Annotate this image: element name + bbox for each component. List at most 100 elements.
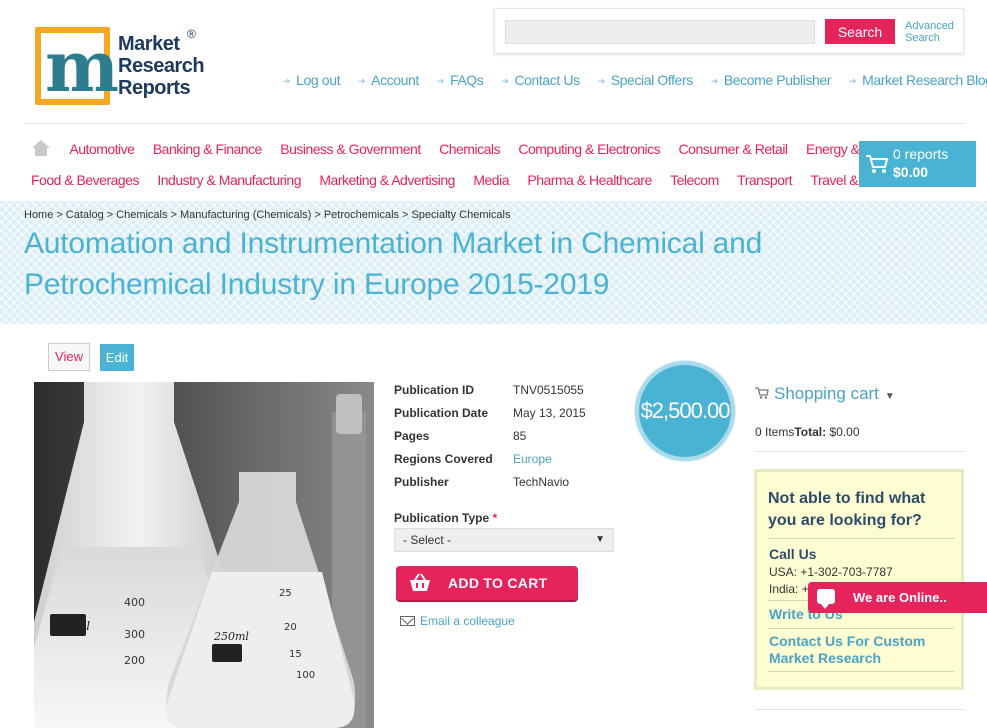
- breadcrumb-chemicals[interactable]: Chemicals: [116, 209, 167, 221]
- shopping-cart-toggle[interactable]: Shopping cart ▼: [755, 384, 895, 404]
- site-logo[interactable]: m Market Research Reports ®: [35, 25, 205, 108]
- top-nav-become-publisher[interactable]: ➜ Become Publisher: [710, 72, 832, 88]
- category-computing-electronics[interactable]: Computing & Electronics: [518, 141, 660, 157]
- category-food-beverages[interactable]: Food & Beverages: [31, 172, 139, 188]
- category-marketing-advertising[interactable]: Marketing & Advertising: [319, 172, 455, 188]
- regions-link[interactable]: Europe: [513, 452, 552, 466]
- basket-icon: [410, 573, 430, 591]
- advanced-search-link[interactable]: Advanced Search: [905, 20, 954, 44]
- flask-label-left: 500ml: [52, 619, 90, 633]
- category-chemicals[interactable]: Chemicals: [439, 141, 500, 157]
- help-heading: Not able to find what you are looking fo…: [768, 490, 926, 529]
- email-colleague-link[interactable]: Email a colleague: [400, 614, 515, 628]
- chevron-down-icon: ▼: [884, 391, 895, 402]
- category-banking-finance[interactable]: Banking & Finance: [153, 141, 263, 157]
- breadcrumb-manufacturing[interactable]: Manufacturing (Chemicals): [180, 209, 311, 221]
- regions-label: Regions Covered: [394, 452, 493, 466]
- arrow-right-icon: ➜: [710, 76, 719, 86]
- flask-mark: 400: [124, 596, 145, 609]
- arrow-right-icon: ➜: [501, 76, 509, 86]
- caret-down-icon: ▼: [595, 534, 605, 545]
- category-consumer-retail[interactable]: Consumer & Retail: [679, 141, 789, 157]
- top-nav-special-offers[interactable]: ➜ Special Offers: [597, 72, 694, 88]
- title-band: Home > Catalog > Chemicals > Manufacturing (Ch…: [0, 201, 987, 324]
- search-button[interactable]: Search: [825, 19, 895, 44]
- cart-icon: [866, 155, 889, 173]
- add-to-cart-label: ADD TO CART: [448, 575, 548, 591]
- divider: [755, 451, 964, 452]
- publication-id-value: TNV0515055: [513, 383, 584, 397]
- logo-mark: m: [35, 25, 119, 108]
- flask-label-right: 250ml: [213, 630, 249, 643]
- arrow-right-icon: ➜: [283, 76, 291, 86]
- category-media[interactable]: Media: [473, 172, 509, 188]
- cart-summary: 0 ItemsTotal: $0.00: [755, 425, 860, 439]
- tab-view[interactable]: View: [48, 343, 90, 371]
- category-transport[interactable]: Transport: [737, 172, 792, 188]
- divider: [768, 671, 954, 672]
- call-us-heading: Call Us: [769, 546, 817, 562]
- phone-usa: USA: +1-302-703-7787: [769, 565, 893, 579]
- breadcrumb-specialty-chemicals[interactable]: Specialty Chemicals: [411, 209, 510, 221]
- top-nav-logout[interactable]: ➜ Log out: [283, 72, 340, 88]
- arrow-right-icon: ➜: [436, 76, 445, 86]
- product-image: 500ml 400 300 200 250ml 25 20 15 100: [34, 382, 374, 728]
- add-to-cart-button[interactable]: ADD TO CART: [396, 566, 578, 600]
- header-divider: [24, 123, 964, 124]
- phone-india: India: +: [769, 582, 809, 596]
- publication-type-select[interactable]: - Select - ▼: [394, 528, 614, 552]
- envelope-icon: [400, 616, 415, 626]
- registered-mark: ®: [187, 27, 196, 41]
- top-nav-account[interactable]: ➜ Account: [358, 72, 419, 88]
- header-cart-button[interactable]: 0 reports $0.00: [859, 141, 976, 187]
- chat-widget[interactable]: We are Online..: [808, 582, 987, 613]
- category-pharma-healthcare[interactable]: Pharma & Healthcare: [527, 172, 652, 188]
- top-nav-blog[interactable]: ➜ Market Research Blog: [849, 72, 987, 88]
- logo-wordmark: Market Research Reports: [118, 33, 205, 99]
- top-nav-faqs[interactable]: ➜ FAQs: [437, 72, 484, 88]
- publication-date-label: Publication Date: [394, 406, 489, 420]
- divider: [755, 709, 964, 710]
- search-input[interactable]: [505, 20, 815, 44]
- arrow-right-icon: ➜: [597, 76, 606, 86]
- flask-mark: 200: [124, 654, 145, 667]
- breadcrumb-home[interactable]: Home: [24, 209, 53, 221]
- breadcrumb: Home > Catalog > Chemicals > Manufacturing (Ch…: [24, 209, 511, 221]
- publication-type-selected: - Select -: [403, 533, 452, 547]
- tab-edit[interactable]: Edit: [100, 344, 134, 371]
- arrow-right-icon: ➜: [357, 76, 366, 86]
- help-box: Not able to find what you are looking fo…: [754, 469, 964, 690]
- flask-mark: 300: [124, 628, 145, 641]
- breadcrumb-catalog[interactable]: Catalog: [66, 209, 104, 221]
- publisher-label: Publisher: [394, 475, 449, 489]
- chat-bubble-icon: [817, 589, 835, 609]
- category-telecom[interactable]: Telecom: [670, 172, 719, 188]
- arrow-right-icon: ➜: [848, 76, 857, 86]
- cart-total: $0.00: [893, 164, 929, 180]
- chat-label: We are Online..: [853, 590, 947, 605]
- flask-mark: 20: [284, 622, 297, 633]
- breadcrumb-petrochemicals[interactable]: Petrochemicals: [324, 209, 399, 221]
- top-nav: ➜ Log out ➜ Account ➜ FAQs ➜ Contact Us ➜ Spe…: [283, 72, 987, 88]
- category-automotive[interactable]: Automotive: [69, 141, 135, 157]
- contact-custom-research-link[interactable]: Contact Us For Custom Market Research: [769, 633, 955, 667]
- pages-label: Pages: [394, 429, 430, 443]
- price-badge: $2,500.00: [635, 361, 735, 461]
- search-bar: Search Advanced Search: [494, 8, 964, 54]
- category-business-government[interactable]: Business & Government: [280, 141, 421, 157]
- top-nav-contact-us[interactable]: ➜ Contact Us: [501, 72, 580, 88]
- cart-count: 0 reports: [893, 146, 949, 162]
- flask-mark: 100: [296, 670, 315, 681]
- pages-value: 85: [513, 429, 527, 443]
- flask-mark: 15: [289, 649, 302, 660]
- page-title: Automation and Instrumentation Market in…: [24, 227, 763, 301]
- laboratory-flasks-image: 500ml 400 300 200 250ml 25 20 15 100: [34, 382, 374, 728]
- category-industry-manufacturing[interactable]: Industry & Manufacturing: [157, 172, 301, 188]
- publication-type-label: Publication Type *: [394, 511, 498, 525]
- home-icon[interactable]: [32, 140, 50, 156]
- publication-date-value: May 13, 2015: [513, 406, 586, 420]
- divider: [768, 538, 954, 539]
- publisher-value: TechNavio: [513, 475, 570, 489]
- cart-icon: [755, 387, 769, 399]
- publication-id-label: Publication ID: [394, 383, 475, 397]
